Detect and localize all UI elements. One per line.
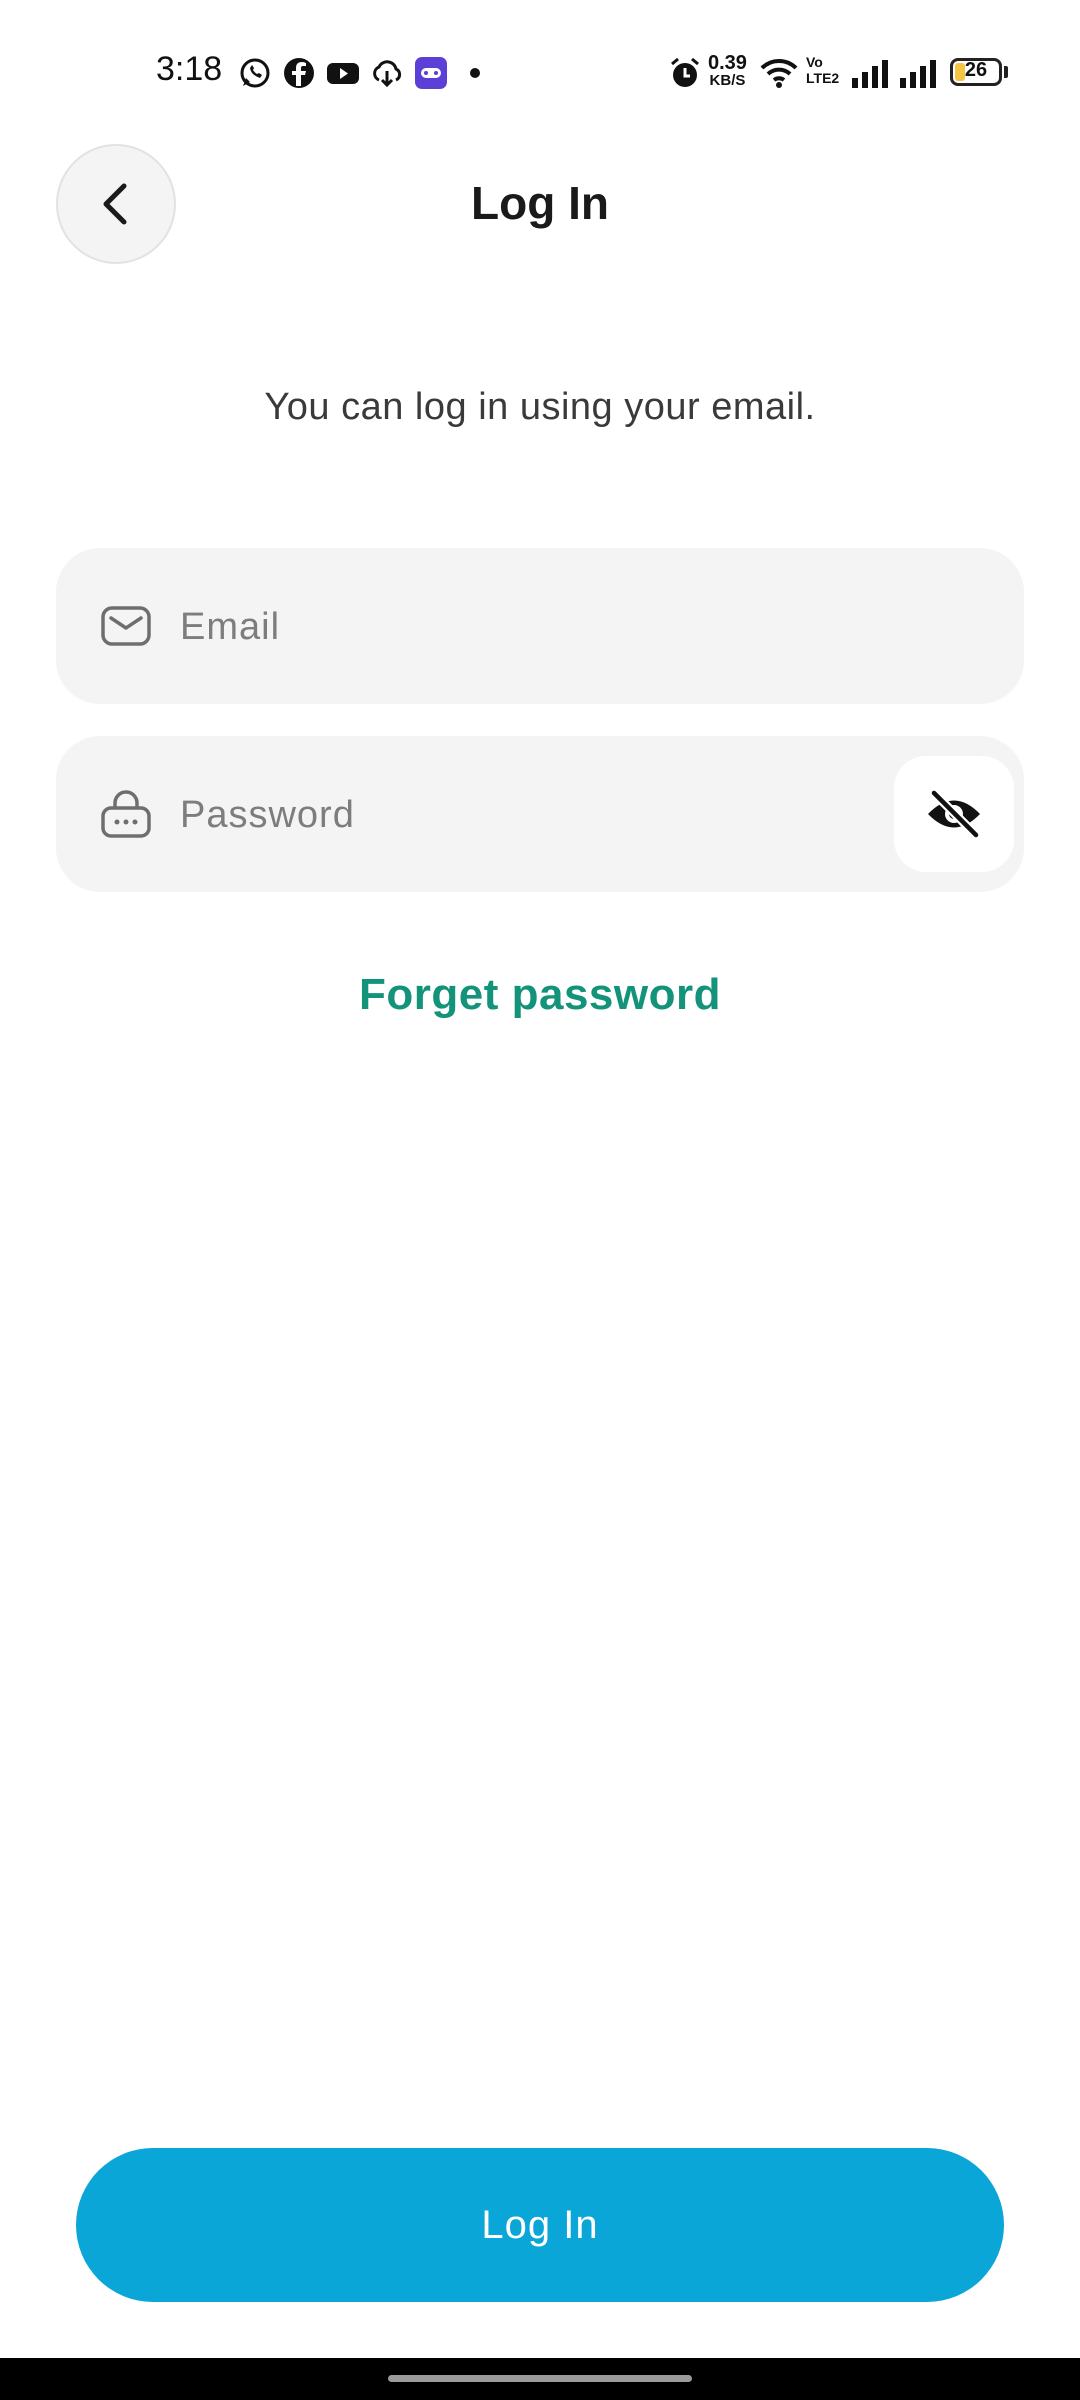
network-speed-value: 0.39 bbox=[708, 52, 747, 74]
login-button[interactable]: Log In bbox=[76, 2148, 1004, 2302]
whatsapp-icon bbox=[240, 58, 270, 88]
volte-badge: Vo LTE2 bbox=[806, 54, 840, 86]
email-field-container[interactable] bbox=[56, 548, 1024, 704]
email-input[interactable] bbox=[178, 588, 882, 666]
lock-icon bbox=[101, 790, 151, 838]
wifi-icon bbox=[760, 58, 798, 88]
login-instructions: You can log in using your email. bbox=[264, 386, 816, 428]
status-bar: 3:18 0.39 KB/S Vo LTE2 26 bbox=[0, 0, 1080, 140]
network-speed-unit: KB/S bbox=[709, 72, 746, 89]
alarm-icon bbox=[671, 57, 699, 87]
home-gesture-handle[interactable] bbox=[388, 2375, 692, 2382]
cloud-download-icon bbox=[373, 60, 402, 88]
toggle-password-visibility-button[interactable] bbox=[894, 756, 1014, 872]
signal-icon bbox=[852, 60, 888, 88]
app-icon bbox=[415, 57, 447, 89]
mail-icon bbox=[101, 606, 151, 646]
youtube-icon bbox=[327, 63, 359, 84]
signal-icon bbox=[900, 60, 936, 88]
network-speed: 0.39 KB/S bbox=[708, 52, 747, 90]
password-field-container[interactable] bbox=[56, 736, 1024, 892]
password-input[interactable] bbox=[178, 776, 742, 854]
battery-icon: 26 bbox=[950, 58, 1002, 86]
page-title: Log In bbox=[471, 177, 609, 229]
forgot-password-link[interactable]: Forget password bbox=[0, 970, 1080, 1020]
battery-tip bbox=[1004, 66, 1008, 78]
facebook-icon bbox=[284, 58, 314, 88]
dot-icon bbox=[470, 68, 480, 78]
status-time: 3:18 bbox=[156, 50, 223, 88]
battery-level: 26 bbox=[964, 59, 988, 81]
eye-off-icon bbox=[928, 789, 981, 839]
